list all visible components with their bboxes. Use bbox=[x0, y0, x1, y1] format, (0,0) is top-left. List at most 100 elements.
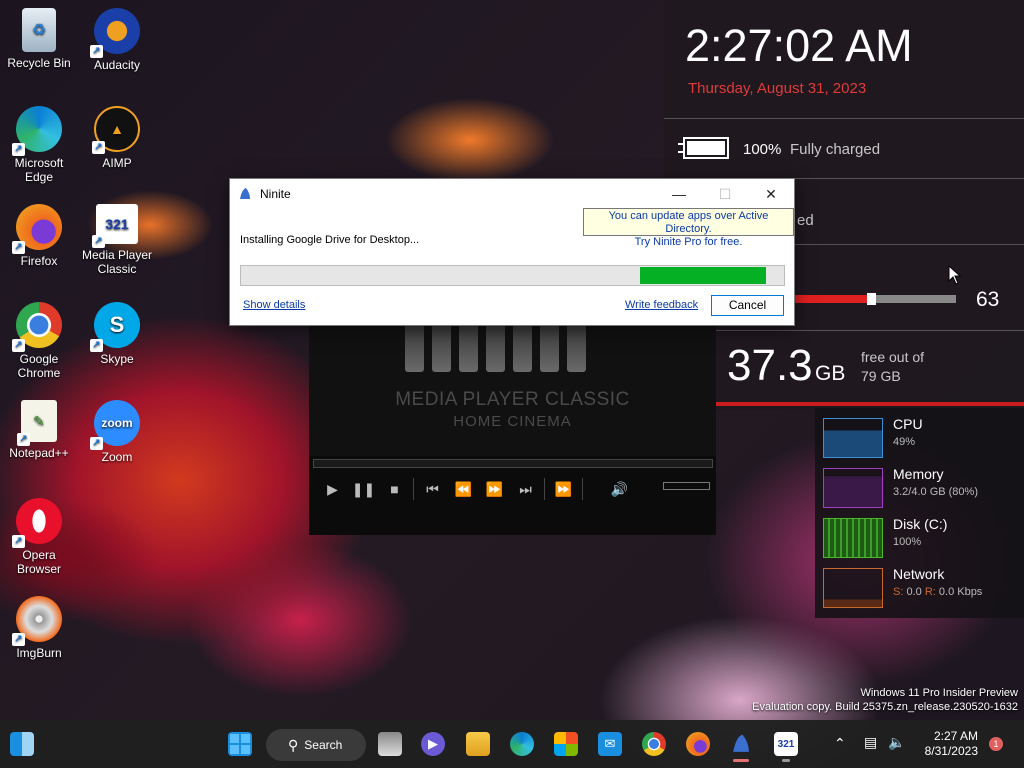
mpc-taskbar-icon[interactable]: 321 bbox=[774, 732, 798, 756]
minimize-button[interactable]: — bbox=[656, 179, 702, 209]
shortcut-arrow-icon: ↗ bbox=[90, 437, 103, 450]
desktop-icon-chrome[interactable]: ↗ Google Chrome bbox=[0, 302, 78, 380]
zoom-glyph: zoom bbox=[101, 416, 133, 430]
shortcut-arrow-icon: ↗ bbox=[92, 141, 105, 154]
close-button[interactable]: ✕ bbox=[748, 179, 794, 209]
mpc-logo-title: MEDIA PLAYER CLASSIC bbox=[395, 389, 630, 410]
show-details-link[interactable]: Show details bbox=[243, 299, 305, 311]
desktop-icon-label: ImgBurn bbox=[16, 646, 62, 660]
volume-slider-fill bbox=[795, 295, 867, 303]
chevron-up-icon[interactable]: ⌃ bbox=[834, 735, 846, 752]
volume-icon[interactable]: 🔈 bbox=[888, 734, 905, 751]
date: Thursday, August 31, 2023 bbox=[688, 80, 867, 97]
file-explorer-icon[interactable] bbox=[466, 732, 490, 756]
tooltip-line2: Try Ninite Pro for free. bbox=[634, 236, 743, 248]
recycle-bin-icon: ♻ bbox=[22, 8, 56, 52]
taskbar-clock[interactable]: 2:27 AM 8/31/2023 bbox=[916, 729, 978, 759]
search-label: Search bbox=[304, 738, 343, 752]
desktop-icon-imgburn[interactable]: ↗ ImgBurn bbox=[0, 596, 78, 660]
shortcut-arrow-icon: ↗ bbox=[12, 339, 25, 352]
notification-badge[interactable]: 1 bbox=[989, 737, 1003, 751]
firefox-taskbar-icon[interactable] bbox=[686, 732, 710, 756]
media-player-window[interactable]: MEDIA PLAYER CLASSIC HOME CINEMA ▶ ❚❚ ■ … bbox=[309, 326, 716, 535]
previous-icon[interactable]: ⏮ bbox=[417, 481, 448, 498]
memory-value: 3.2/4.0 GB (80%) bbox=[893, 486, 978, 498]
desktop-icon-opera[interactable]: ↗ Opera Browser bbox=[0, 498, 78, 576]
chrome-taskbar-icon[interactable] bbox=[642, 732, 666, 756]
desktop-icon-edge[interactable]: ↗ Microsoft Edge bbox=[0, 106, 78, 184]
tooltip-line1: You can update apps over Active Director… bbox=[608, 210, 769, 235]
fast-forward-icon[interactable]: ⏩ bbox=[479, 481, 510, 498]
network-graph bbox=[823, 568, 883, 608]
disk-free-text: free out of 79 GB bbox=[861, 348, 924, 386]
ninite-window: Ninite — ☐ ✕ You can update apps over Ac… bbox=[229, 178, 795, 326]
shortcut-arrow-icon: ↗ bbox=[12, 143, 25, 156]
video-area[interactable]: MEDIA PLAYER CLASSIC HOME CINEMA bbox=[309, 326, 716, 456]
mail-icon[interactable]: ✉ bbox=[598, 732, 622, 756]
desktop-icon-label: Recycle Bin bbox=[7, 56, 71, 70]
skype-glyph: S bbox=[109, 312, 125, 337]
ninite-logo-icon bbox=[240, 188, 250, 199]
memory-graph bbox=[823, 468, 883, 508]
desktop-icon-zoom[interactable]: zoom ↗ Zoom bbox=[78, 400, 156, 464]
start-icon[interactable] bbox=[228, 732, 252, 756]
ninite-pro-tooltip[interactable]: You can update apps over Active Director… bbox=[583, 208, 794, 248]
disk-label: Disk (C:) bbox=[893, 516, 948, 532]
skype-icon: S ↗ bbox=[90, 302, 140, 352]
desktop-icon-skype[interactable]: S ↗ Skype bbox=[78, 302, 156, 366]
store-icon[interactable] bbox=[554, 732, 578, 756]
shortcut-arrow-icon: ↗ bbox=[90, 339, 103, 352]
install-progress-bar bbox=[240, 265, 785, 286]
clapperboard-icon: 321 ↗ bbox=[92, 204, 138, 248]
widgets-icon[interactable] bbox=[10, 732, 34, 756]
volume-slider[interactable] bbox=[795, 293, 956, 305]
player-volume-bar[interactable] bbox=[663, 482, 710, 490]
disk-unit: GB bbox=[815, 362, 846, 385]
taskbar-search-button[interactable]: ⚲ Search bbox=[266, 729, 366, 761]
network-icon[interactable]: ▤ bbox=[864, 734, 877, 751]
volume-slider-knob[interactable] bbox=[867, 293, 876, 305]
partial-status-text: ed bbox=[797, 212, 814, 229]
next-icon[interactable]: ⏭ bbox=[510, 481, 541, 498]
opera-icon: ↗ bbox=[12, 498, 62, 548]
play-icon[interactable]: ▶ bbox=[317, 481, 348, 498]
search-icon: ⚲ bbox=[288, 736, 299, 753]
taskbar-date: 8/31/2023 bbox=[924, 744, 978, 758]
task-view-icon[interactable] bbox=[378, 732, 402, 756]
ninite-taskbar-icon[interactable] bbox=[729, 732, 753, 756]
volume-value: 63 bbox=[976, 288, 1000, 311]
shortcut-arrow-icon: ↗ bbox=[90, 45, 103, 58]
rewind-icon[interactable]: ⏪ bbox=[448, 481, 479, 498]
frame-step-icon[interactable]: ⏩ bbox=[548, 481, 579, 498]
cpu-value: 49% bbox=[893, 436, 916, 448]
desktop-icon-aimp[interactable]: ▲ ↗ AIMP bbox=[78, 106, 156, 170]
write-feedback-link[interactable]: Write feedback bbox=[625, 299, 698, 311]
disk-free-line1: free out of bbox=[861, 349, 925, 365]
aimp-icon: ▲ ↗ bbox=[92, 106, 140, 154]
ninite-titlebar[interactable]: Ninite — ☐ ✕ bbox=[230, 179, 794, 209]
desktop-icon-audacity[interactable]: ↗ Audacity bbox=[78, 8, 156, 72]
desktop-icon-notepadpp[interactable]: ✎ ↗ Notepad++ bbox=[0, 400, 78, 460]
teams-chat-icon[interactable]: ▶ bbox=[421, 732, 445, 756]
network-send-label: S: bbox=[893, 586, 904, 598]
network-value: S: 0.0 R: 0.0 Kbps bbox=[893, 586, 982, 598]
desktop-icon-label: Opera Browser bbox=[16, 548, 61, 576]
disk-value: 100% bbox=[893, 536, 922, 548]
battery-icon bbox=[678, 137, 729, 159]
install-status: Installing Google Drive for Desktop... bbox=[240, 234, 420, 246]
watermark-line2: Evaluation copy. Build 25375.zn_release.… bbox=[752, 701, 1018, 713]
cancel-button[interactable]: Cancel bbox=[711, 295, 784, 316]
disk-free-value: 37.3 bbox=[727, 341, 813, 390]
desktop-icon-firefox[interactable]: ↗ Firefox bbox=[0, 204, 78, 268]
clock: 2:27:02 AM bbox=[685, 20, 913, 71]
disk-graph bbox=[823, 518, 883, 558]
stop-icon[interactable]: ■ bbox=[379, 481, 410, 497]
seek-bar[interactable] bbox=[313, 459, 713, 468]
pause-icon[interactable]: ❚❚ bbox=[348, 481, 379, 498]
desktop-icon-media-player-classic[interactable]: 321 ↗ Media Player Classic bbox=[78, 204, 156, 276]
edge-taskbar-icon[interactable] bbox=[510, 732, 534, 756]
desktop-icon-label: Audacity bbox=[93, 58, 141, 72]
desktop-icon-recycle-bin[interactable]: ♻ Recycle Bin bbox=[0, 8, 78, 70]
desktop-icon-label: AIMP bbox=[102, 156, 132, 170]
speaker-icon[interactable]: 🔊 bbox=[604, 481, 635, 498]
